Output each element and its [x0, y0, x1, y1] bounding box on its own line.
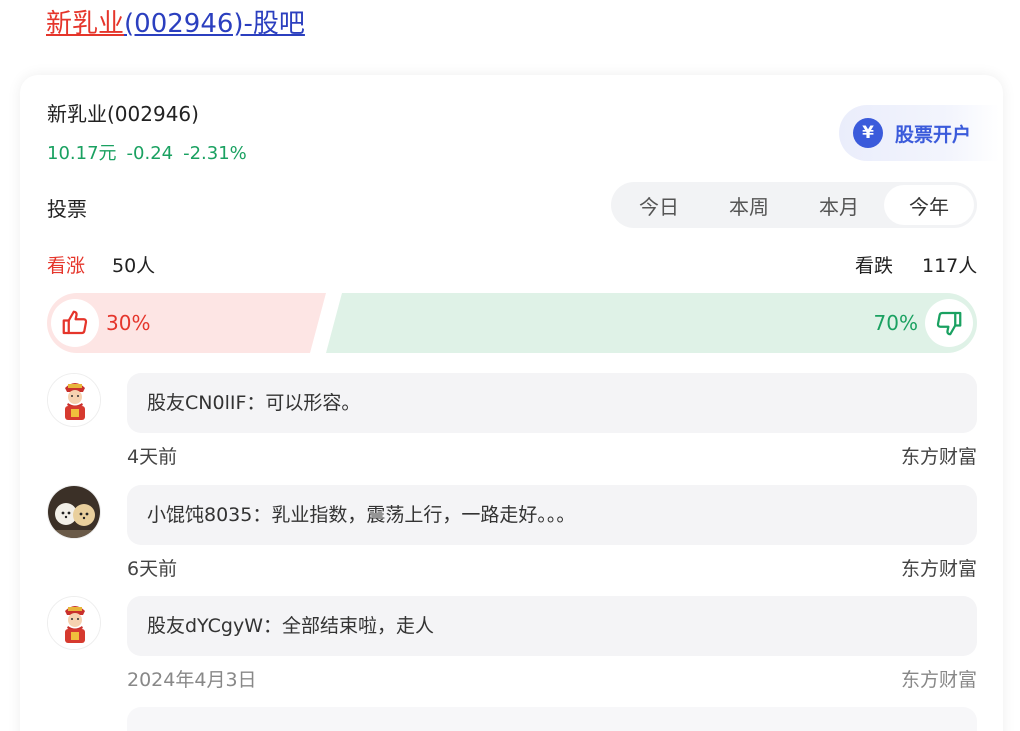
- bull-count: 50人: [112, 255, 156, 277]
- vote-down-button[interactable]: [925, 299, 973, 347]
- tab-today[interactable]: 今日: [614, 185, 704, 225]
- comment-bubble-partial[interactable]: [127, 707, 977, 731]
- comment-time: 6天前: [127, 558, 178, 580]
- bull-percent: 30%: [106, 311, 151, 335]
- comment-text[interactable]: 小馄饨8035：乳业指数，震荡上行，一路走好。。。: [127, 485, 977, 545]
- bear-label: 看跌: [855, 255, 894, 277]
- comment-source: 东方财富: [900, 558, 977, 580]
- page-title-bar-link[interactable]: (002946)-股吧: [124, 9, 305, 39]
- open-account-label: 股票开户: [895, 123, 972, 146]
- vote-section-label: 投票: [47, 197, 87, 221]
- stock-vote-card: 新乳业(002946) 10.17元 -0.24 -2.31% ¥ 股票开户 投票 …: [20, 75, 1003, 731]
- stock-quote: 10.17元 -0.24 -2.31%: [47, 139, 257, 165]
- thumb-down-icon: [936, 311, 962, 336]
- bear-count: 117人: [922, 255, 978, 277]
- tab-week[interactable]: 本周: [704, 185, 794, 225]
- comment-text[interactable]: 股友dYCgyW：全部结束啦，走人: [127, 596, 977, 656]
- period-tabs: 今日 本周 本月 今年: [611, 182, 977, 228]
- comment-text[interactable]: 股友CN0lIF：可以形容。: [127, 373, 977, 433]
- yen-icon: ¥: [853, 118, 883, 148]
- dogs-avatar-icon[interactable]: [47, 485, 101, 539]
- stock-name: 新乳业(002946): [47, 102, 199, 126]
- comment-source: 东方财富: [900, 446, 977, 468]
- open-account-button[interactable]: ¥ 股票开户: [839, 105, 999, 161]
- bear-percent: 70%: [873, 311, 918, 335]
- stock-change: -0.24: [126, 143, 174, 164]
- comment-time: 4天前: [127, 446, 178, 468]
- tab-year[interactable]: 今年: [884, 185, 974, 225]
- page-title[interactable]: 新乳业(002946)-股吧: [46, 6, 305, 42]
- caishen-avatar-icon[interactable]: [47, 596, 101, 650]
- vote-ratio-bar: 30% 70%: [47, 293, 977, 353]
- tab-month[interactable]: 本月: [794, 185, 884, 225]
- comment-time: 2024年4月3日: [127, 669, 257, 691]
- caishen-avatar-icon[interactable]: [47, 373, 101, 427]
- stock-price: 10.17元: [47, 143, 117, 164]
- vote-up-button[interactable]: [51, 299, 99, 347]
- comment-source: 东方财富: [900, 669, 977, 691]
- page-title-stock-link[interactable]: 新乳业: [46, 9, 124, 39]
- stock-change-pct: -2.31%: [183, 143, 247, 164]
- thumb-up-icon: [62, 310, 88, 335]
- bull-label: 看涨: [47, 255, 86, 277]
